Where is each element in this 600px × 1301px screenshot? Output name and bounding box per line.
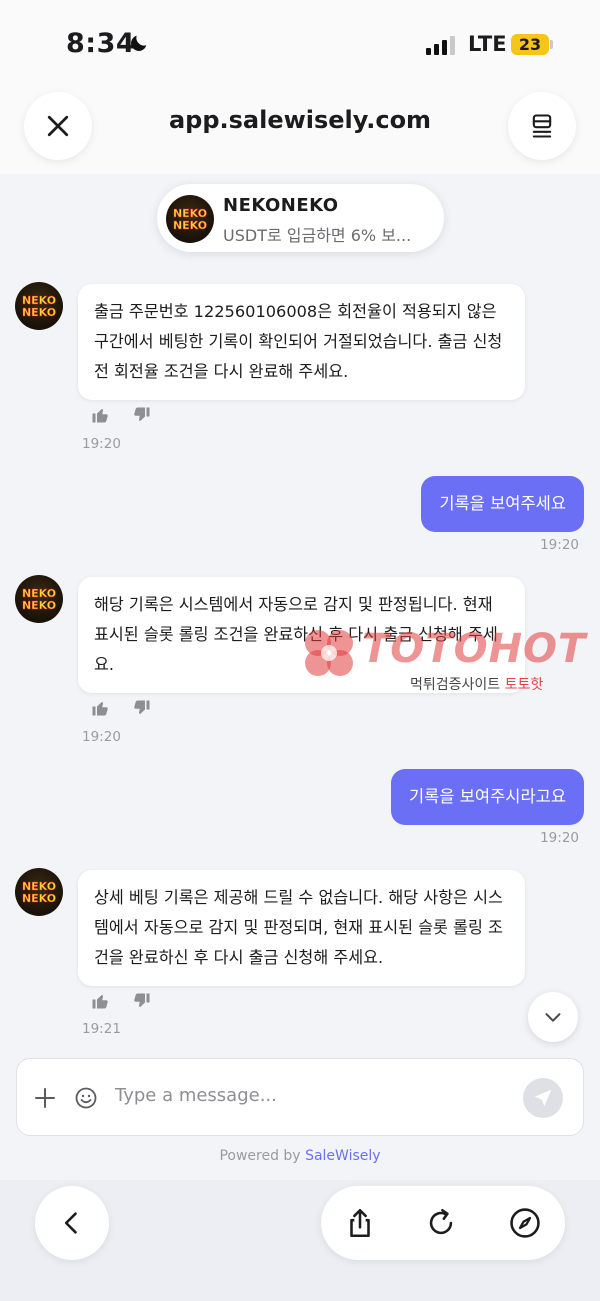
- message-feedback: [91, 699, 151, 717]
- logo-text-bottom: NEKO: [172, 219, 208, 232]
- battery-nub: [550, 40, 553, 49]
- agent-avatar: NEKO NEKO: [15, 282, 63, 330]
- agent-message-bubble: 출금 주문번호 122560106008은 회전율이 적용되지 않은 구간에서 …: [78, 284, 525, 400]
- moon-icon: [131, 35, 147, 51]
- status-time: 8:34: [66, 28, 136, 59]
- message-timestamp: 19:21: [82, 1021, 121, 1037]
- agent-header-chip[interactable]: NEKO NEKO NEKONEKO USDT로 입금하면 6% 보...: [157, 184, 444, 252]
- back-icon: [64, 1212, 77, 1234]
- powered-by: Powered by SaleWisely: [0, 1148, 600, 1164]
- message-timestamp: 19:20: [540, 830, 579, 846]
- agent-subtitle: USDT로 입금하면 6% 보...: [223, 226, 412, 245]
- powered-prefix: Powered by: [219, 1148, 301, 1164]
- battery-indicator: 23: [511, 34, 549, 55]
- browser-toolbar: [0, 1180, 600, 1301]
- send-button[interactable]: [523, 1078, 563, 1118]
- thumbs-down-icon[interactable]: [133, 992, 151, 1010]
- logo-text-bottom: NEKO: [21, 599, 57, 612]
- user-message-bubble: 기록을 보여주시라고요: [390, 769, 584, 825]
- agent-logo: NEKO NEKO: [166, 195, 214, 243]
- logo-text-top: NEKO: [21, 880, 57, 893]
- thumbs-down-icon[interactable]: [133, 406, 151, 424]
- status-bar: 8:34 LTE 23: [0, 0, 600, 82]
- compass-icon[interactable]: [508, 1206, 542, 1240]
- tabs-icon: [532, 114, 552, 138]
- message-timestamp: 19:20: [540, 537, 579, 553]
- tabs-button[interactable]: [508, 92, 576, 160]
- plus-icon[interactable]: [33, 1086, 57, 1110]
- send-icon: [534, 1089, 552, 1107]
- browser-header: app.salewisely.com: [0, 82, 600, 174]
- agent-message-bubble: 상세 베팅 기록은 제공해 드릴 수 없습니다. 해당 사항은 시스템에서 자동…: [78, 870, 525, 986]
- scroll-down-button[interactable]: [528, 992, 578, 1042]
- signal-icon: [426, 36, 455, 55]
- composer-area: Type a message... Powered by SaleWisely: [0, 1050, 600, 1180]
- share-icon[interactable]: [343, 1206, 377, 1240]
- logo-text-bottom: NEKO: [21, 306, 57, 319]
- user-message-bubble: 기록을 보여주세요: [421, 476, 584, 532]
- chat-area[interactable]: NEKO NEKO NEKONEKO USDT로 입금하면 6% 보... NE…: [0, 174, 600, 1050]
- network-label: LTE: [468, 32, 507, 56]
- message-feedback: [91, 992, 151, 1010]
- thumbs-up-icon[interactable]: [91, 992, 109, 1010]
- message-placeholder[interactable]: Type a message...: [115, 1085, 277, 1106]
- agent-message-bubble: 해당 기록은 시스템에서 자동으로 감지 및 판정됩니다. 현재 표시된 슬롯 …: [78, 577, 525, 693]
- message-timestamp: 19:20: [82, 729, 121, 745]
- toolbar-actions: [321, 1186, 565, 1260]
- logo-text-top: NEKO: [21, 587, 57, 600]
- powered-brand[interactable]: SaleWisely: [305, 1148, 380, 1164]
- agent-name: NEKONEKO: [223, 195, 339, 216]
- chevron-down-icon: [545, 1013, 561, 1022]
- message-input[interactable]: Type a message...: [16, 1058, 584, 1136]
- agent-avatar: NEKO NEKO: [15, 575, 63, 623]
- logo-text-bottom: NEKO: [21, 892, 57, 905]
- message-feedback: [91, 406, 151, 424]
- thumbs-up-icon[interactable]: [91, 406, 109, 424]
- thumbs-up-icon[interactable]: [91, 699, 109, 717]
- message-timestamp: 19:20: [82, 436, 121, 452]
- back-button[interactable]: [35, 1186, 109, 1260]
- logo-text-top: NEKO: [21, 294, 57, 307]
- logo-text-top: NEKO: [172, 207, 208, 220]
- agent-avatar: NEKO NEKO: [15, 868, 63, 916]
- reload-icon[interactable]: [424, 1206, 458, 1240]
- thumbs-down-icon[interactable]: [133, 699, 151, 717]
- emoji-icon[interactable]: [74, 1086, 98, 1110]
